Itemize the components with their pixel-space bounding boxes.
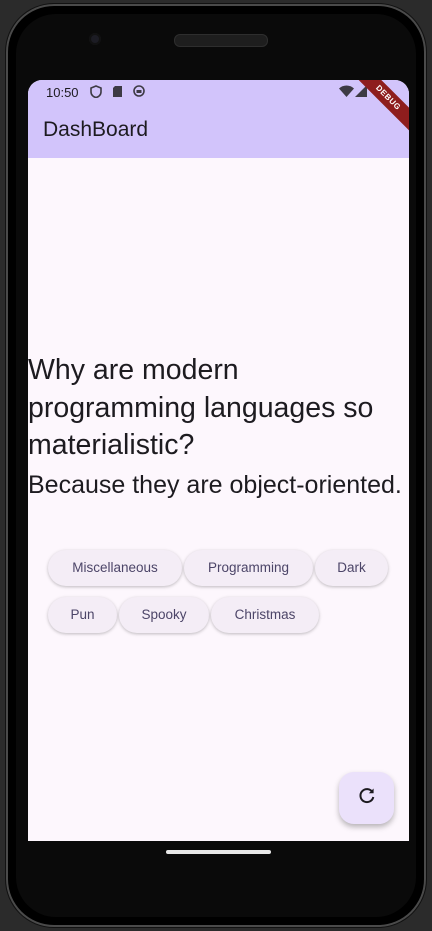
chip-pun[interactable]: Pun	[48, 597, 117, 633]
shield-icon	[90, 85, 102, 101]
chip-spooky[interactable]: Spooky	[119, 597, 209, 633]
sim-card-icon	[112, 85, 123, 101]
joke-setup: Why are modern programming languages so …	[28, 354, 374, 461]
earpiece-speaker	[174, 34, 268, 47]
wifi-icon	[339, 85, 354, 100]
app-bar: DashBoard	[28, 104, 409, 158]
status-time: 10:50	[46, 85, 79, 100]
chip-christmas[interactable]: Christmas	[211, 597, 319, 633]
app-title: DashBoard	[43, 118, 149, 141]
chip-dark[interactable]: Dark	[315, 550, 388, 586]
refresh-button[interactable]	[339, 772, 394, 824]
front-camera	[89, 33, 101, 45]
status-bar: 10:50	[28, 80, 409, 104]
joke-delivery: Because they are object-oriented.	[28, 471, 402, 499]
vpn-icon	[133, 85, 145, 100]
screen: 10:50 DashBoard DEBUG Why are modern pro…	[28, 80, 409, 841]
refresh-icon	[358, 787, 376, 810]
chip-programming[interactable]: Programming	[184, 550, 313, 586]
chip-miscellaneous[interactable]: Miscellaneous	[48, 550, 182, 586]
home-indicator	[166, 850, 271, 854]
